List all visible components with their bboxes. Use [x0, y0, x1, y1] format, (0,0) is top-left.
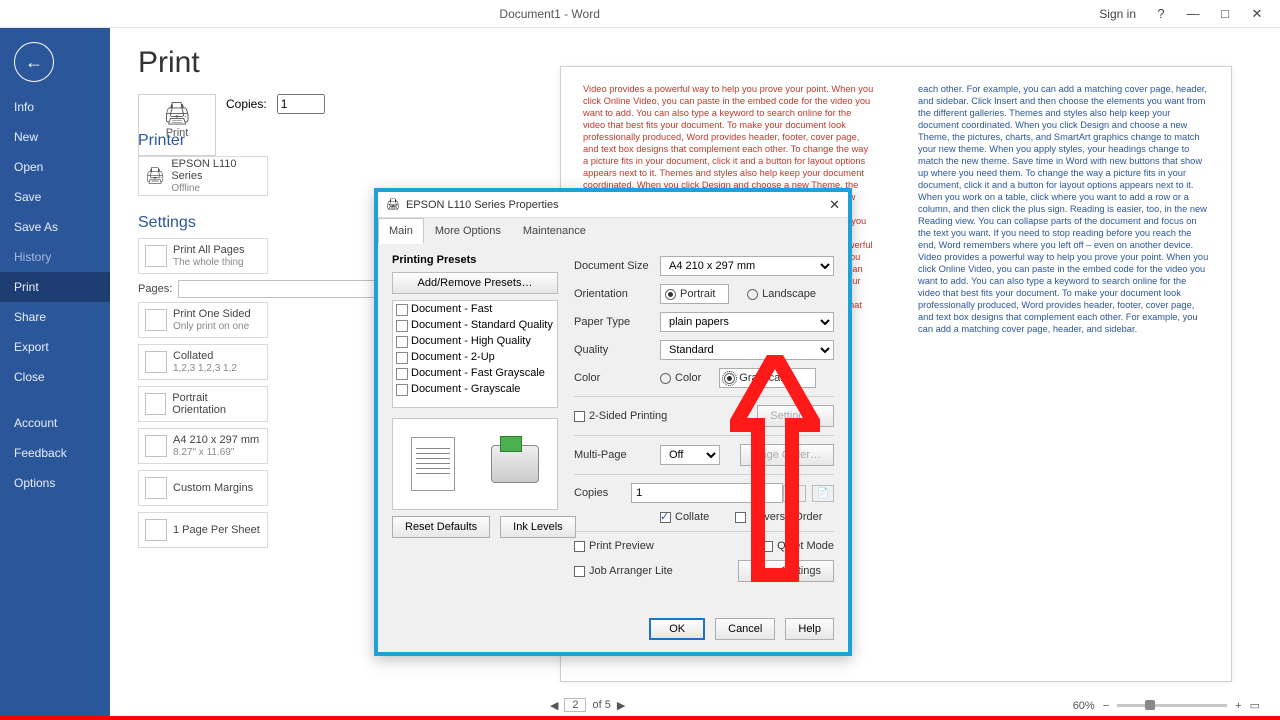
- fit-page-icon[interactable]: ▭: [1250, 699, 1260, 712]
- signin-link[interactable]: Sign in: [1099, 7, 1136, 21]
- show-settings-button[interactable]: Show Settings: [738, 560, 834, 582]
- video-progress-bar[interactable]: [0, 716, 1280, 720]
- paper-type-select[interactable]: plain papers: [660, 312, 834, 332]
- orientation-portrait[interactable]: Portrait: [660, 284, 729, 304]
- printer-properties-dialog: 🖨 EPSON L110 Series Properties ✕ Main Mo…: [374, 188, 852, 656]
- zoom-control[interactable]: 60% − + ▭: [1073, 699, 1260, 712]
- setting-allpages[interactable]: Print All PagesThe whole thing: [138, 238, 268, 274]
- reset-defaults-button[interactable]: Reset Defaults: [392, 516, 490, 538]
- multipage-select[interactable]: Off: [660, 445, 720, 465]
- copies-label: Copies:: [226, 97, 267, 111]
- nav-open[interactable]: Open: [0, 152, 110, 182]
- nav-export[interactable]: Export: [0, 332, 110, 362]
- quiet-mode-checkbox[interactable]: Quiet Mode: [762, 540, 834, 552]
- setting-margins[interactable]: Custom Margins: [138, 470, 268, 506]
- setting-paper[interactable]: A4 210 x 297 mm8.27" x 11.69": [138, 428, 268, 464]
- printer-icon: 🖨: [145, 166, 165, 186]
- minimize-button[interactable]: —: [1186, 6, 1200, 21]
- nav-share[interactable]: Share: [0, 302, 110, 332]
- nav-new[interactable]: New: [0, 122, 110, 152]
- document-icon: [411, 437, 455, 491]
- orientation-landscape[interactable]: Landscape: [747, 288, 816, 300]
- nav-history[interactable]: History: [0, 242, 110, 272]
- next-page-icon[interactable]: ▶: [617, 699, 625, 712]
- tab-maintenance[interactable]: Maintenance: [512, 218, 597, 244]
- printer-icon: 🖨: [139, 101, 215, 127]
- preset-preview: [392, 418, 558, 510]
- backstage-nav: ← Info New Open Save Save As History Pri…: [0, 28, 110, 720]
- setting-onesided[interactable]: Print One SidedOnly print on one: [138, 302, 268, 338]
- page-order-button: Page Order…: [740, 444, 834, 466]
- collate-icon-2: 📄: [812, 485, 834, 502]
- two-sided-checkbox[interactable]: 2-Sided Printing: [574, 410, 667, 422]
- zoom-thumb[interactable]: [1145, 700, 1155, 710]
- reverse-order-checkbox[interactable]: Reverse Order: [735, 511, 822, 523]
- collate-icon: 📄: [783, 485, 805, 502]
- ok-button[interactable]: OK: [649, 618, 705, 640]
- nav-print[interactable]: Print: [0, 272, 110, 302]
- add-remove-presets-button[interactable]: Add/Remove Presets…: [392, 272, 558, 294]
- quality-select[interactable]: Standard: [660, 340, 834, 360]
- ink-levels-button[interactable]: Ink Levels: [500, 516, 576, 538]
- modal-copies-input[interactable]: [631, 483, 783, 503]
- color-color[interactable]: Color: [660, 372, 701, 384]
- help-icon[interactable]: ?: [1154, 6, 1168, 21]
- prev-page-icon[interactable]: ◀: [550, 699, 558, 712]
- maximize-button[interactable]: □: [1218, 6, 1232, 21]
- tab-more-options[interactable]: More Options: [424, 218, 512, 244]
- printer-icon: 🖨: [386, 198, 400, 211]
- nav-options[interactable]: Options: [0, 468, 110, 498]
- preview-page-right: each other. For example, you can add a m…: [896, 67, 1231, 681]
- print-preview-checkbox[interactable]: Print Preview: [574, 540, 654, 552]
- setting-pps[interactable]: 1 Page Per Sheet: [138, 512, 268, 548]
- job-arranger-checkbox[interactable]: Job Arranger Lite: [574, 565, 673, 577]
- nav-account[interactable]: Account: [0, 408, 110, 438]
- page-title: Print: [138, 46, 430, 80]
- printer-heading: Printer: [138, 132, 430, 150]
- setting-collated[interactable]: Collated1,2,3 1,2,3 1,2: [138, 344, 268, 380]
- tab-main[interactable]: Main: [378, 218, 424, 244]
- copies-input[interactable]: [277, 94, 325, 114]
- color-grayscale[interactable]: Grayscale: [719, 368, 816, 388]
- nav-feedback[interactable]: Feedback: [0, 438, 110, 468]
- document-size-select[interactable]: A4 210 x 297 mm: [660, 256, 834, 276]
- printer-3d-icon: [491, 445, 539, 483]
- nav-info[interactable]: Info: [0, 92, 110, 122]
- help-button[interactable]: Help: [785, 618, 834, 640]
- back-button[interactable]: ←: [14, 42, 54, 82]
- title-bar: Document1 - Word Sign in ? — □ ✕: [0, 0, 1280, 28]
- collate-checkbox[interactable]: Collate: [660, 511, 709, 523]
- page-navigator[interactable]: ◀ 2 of 5 ▶: [550, 698, 625, 712]
- cancel-button[interactable]: Cancel: [715, 618, 775, 640]
- printer-select[interactable]: 🖨 EPSON L110 SeriesOffline: [138, 156, 268, 196]
- preset-list[interactable]: Document - FastDocument - Standard Quali…: [392, 300, 558, 408]
- nav-saveas[interactable]: Save As: [0, 212, 110, 242]
- window-title: Document1 - Word: [0, 7, 1099, 21]
- setting-orientation[interactable]: Portrait Orientation: [138, 386, 268, 422]
- nav-close[interactable]: Close: [0, 362, 110, 392]
- close-button[interactable]: ✕: [1250, 6, 1264, 22]
- nav-save[interactable]: Save: [0, 182, 110, 212]
- twosided-settings-button: Settings…: [757, 405, 834, 427]
- dialog-close-icon[interactable]: ✕: [829, 197, 840, 213]
